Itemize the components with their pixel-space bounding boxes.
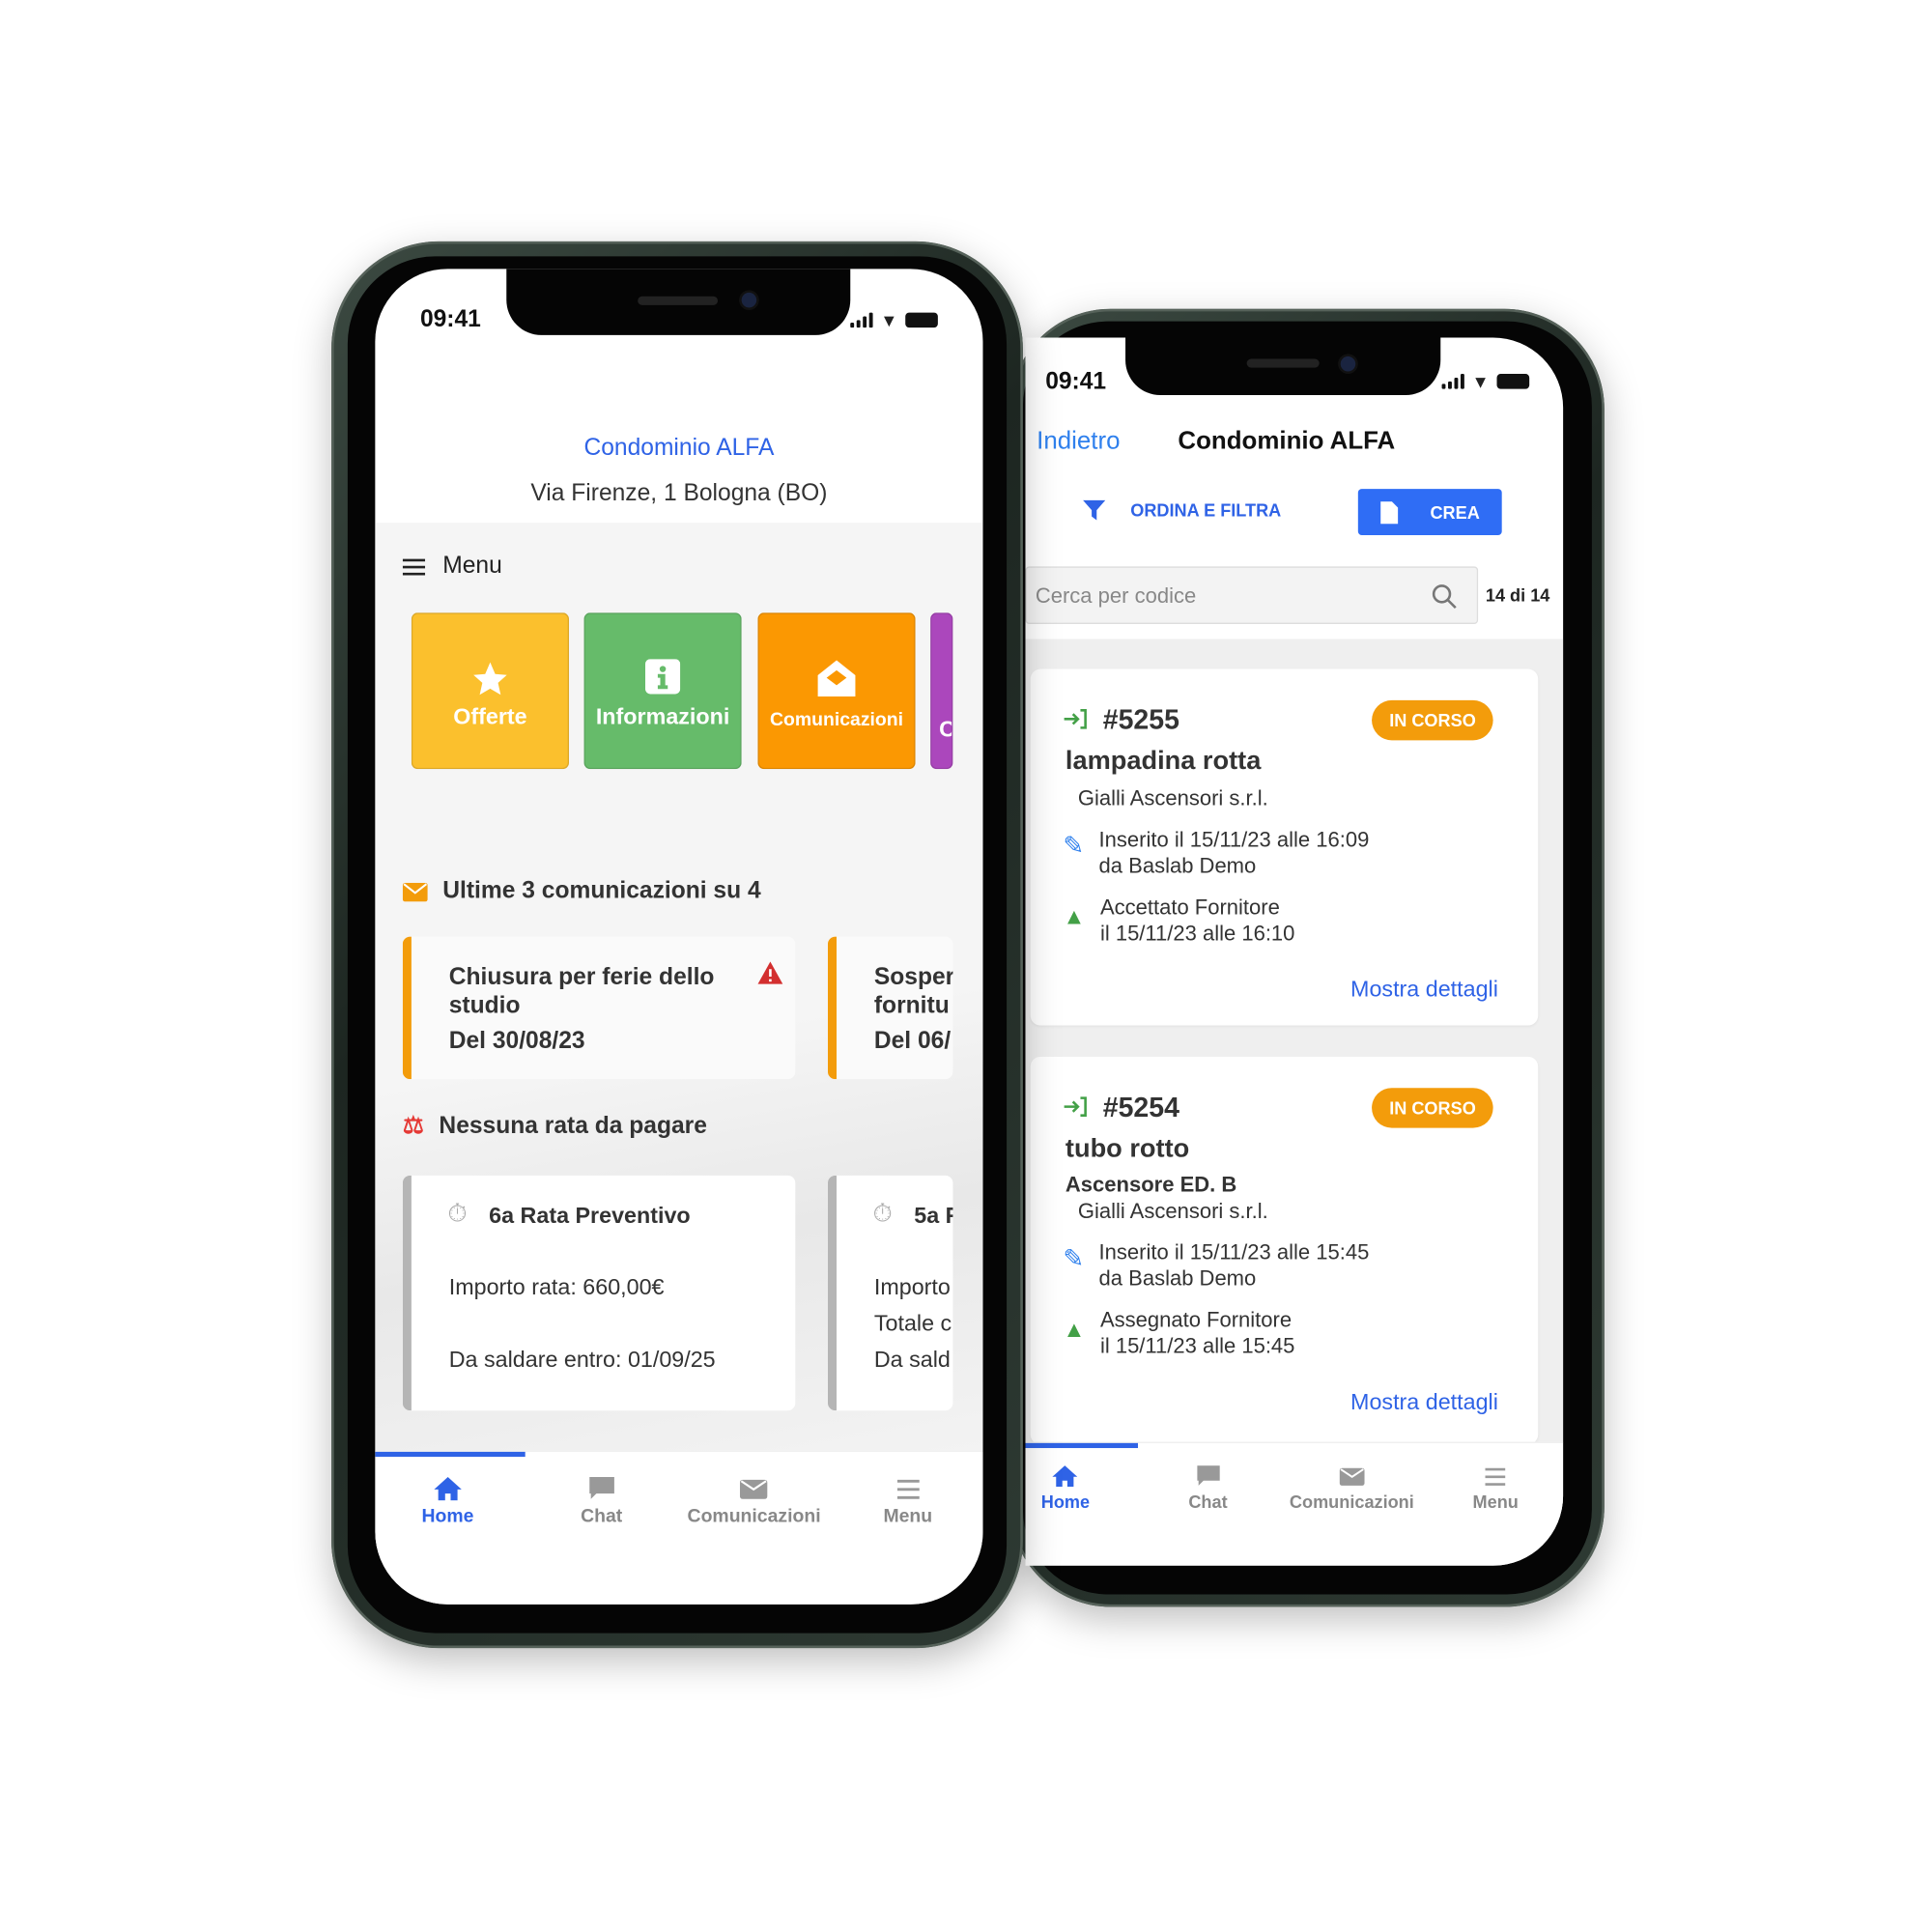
search-icon[interactable] (1432, 584, 1457, 610)
info-icon (644, 659, 681, 695)
payments-section-title: ⚖ Nessuna rata da pagare (402, 1112, 707, 1140)
search-placeholder: Cerca per codice (1035, 583, 1197, 609)
communication-title: Chiusura per ferie dello studio (448, 964, 715, 1020)
stopwatch-icon: ⏱ (872, 1200, 893, 1229)
condominium-address: Via Firenze, 1 Bologna (BO) (530, 480, 828, 507)
filter-button[interactable]: ORDINA E FILTRA (1083, 499, 1282, 521)
home-icon (1052, 1465, 1078, 1488)
communication-title: Sosper fornitu (873, 964, 953, 1020)
ticket-supplier: Gialli Ascensori s.r.l. (1077, 1199, 1268, 1224)
ticket-location: Ascensore ED. B (1065, 1173, 1237, 1197)
right-screen: 09:41 ▼ Indietro Condominio ALFA ORDINA … (1025, 337, 1564, 1566)
communication-date: Del 30/08/23 (448, 1028, 585, 1055)
status-icons: ▼ (1441, 371, 1529, 392)
status-time: 09:41 (1045, 368, 1107, 396)
ticket-card[interactable]: #5254 IN CORSO tubo rotto Ascensore ED. … (1030, 1056, 1539, 1445)
signal-icon (850, 312, 873, 328)
stopwatch-icon: ⏱ (447, 1200, 468, 1229)
status-time: 09:41 (419, 306, 481, 333)
show-details-link[interactable]: Mostra dettagli (1350, 977, 1498, 1003)
page-title: Condominio ALFA (1178, 427, 1396, 456)
communication-card[interactable]: Chiusura per ferie dello studio Del 30/0… (402, 936, 796, 1080)
wifi-icon: ▼ (1471, 371, 1490, 392)
battery-icon (905, 312, 938, 328)
payment-card[interactable]: ⏱ 6a Rata Preventivo Importo rata: 660,0… (402, 1175, 796, 1411)
edit-icon: ✎ (1063, 1245, 1085, 1273)
menu-button[interactable]: Menu (402, 553, 502, 580)
battery-icon (1496, 374, 1529, 389)
search-input[interactable]: Cerca per codice (1025, 566, 1479, 624)
tile-comunicazioni[interactable]: Comunicazioni (757, 612, 916, 770)
ticket-code: #5255 (1102, 703, 1179, 736)
hamburger-icon (896, 1479, 920, 1499)
ticket-title: lampadina rotta (1065, 746, 1262, 776)
status-icons: ▼ (850, 310, 938, 330)
tab-menu[interactable]: Menu (1473, 1465, 1519, 1512)
bottom-tab-bar: Home Chat Comunicazioni Menu (375, 1450, 983, 1605)
tile-informazioni[interactable]: Informazioni (583, 612, 742, 770)
tab-home[interactable]: Home (421, 1476, 473, 1527)
back-button[interactable]: Indietro (1037, 428, 1120, 457)
document-icon (1379, 500, 1398, 524)
tab-comunicazioni[interactable]: Comunicazioni (1290, 1465, 1414, 1512)
bottom-tab-bar: Home Chat Comunicazioni Menu (1025, 1441, 1564, 1566)
signal-icon (1441, 374, 1464, 389)
ticket-title: tubo rotto (1065, 1134, 1190, 1163)
results-count: 14 di 14 (1485, 584, 1550, 606)
ticket-supplier: Gialli Ascensori s.r.l. (1077, 786, 1268, 810)
alert-icon (757, 961, 783, 984)
communication-date: Del 06/ (873, 1028, 952, 1055)
tile-more[interactable]: C (930, 612, 953, 770)
tab-comunicazioni[interactable]: Comunicazioni (688, 1477, 821, 1527)
tile-offerte[interactable]: Offerte (411, 612, 569, 770)
enter-arrow-icon (1064, 708, 1087, 729)
enter-arrow-icon (1064, 1096, 1087, 1117)
left-screen: 09:41 ▼ Condominio ALFA Via Firenze, 1 B… (375, 269, 983, 1605)
scale-icon: ⚖ (402, 1113, 424, 1140)
filter-icon (1083, 499, 1106, 521)
create-button[interactable]: CREA (1357, 489, 1502, 536)
hamburger-icon (1485, 1467, 1506, 1486)
worker-icon: ▲ (1063, 903, 1086, 929)
chat-icon (588, 1476, 614, 1499)
tab-menu[interactable]: Menu (883, 1477, 932, 1527)
status-badge: IN CORSO (1372, 1088, 1493, 1128)
hamburger-icon (402, 557, 426, 575)
envelope-icon (1339, 1467, 1365, 1486)
star-icon (473, 662, 507, 696)
communication-card[interactable]: Sosper fornitu Del 06/ (827, 936, 953, 1080)
wifi-icon: ▼ (880, 310, 898, 330)
ticket-code: #5254 (1102, 1092, 1179, 1123)
chat-icon (1196, 1465, 1220, 1486)
show-details-link[interactable]: Mostra dettagli (1350, 1389, 1498, 1415)
worker-icon: ▲ (1063, 1317, 1086, 1342)
tab-chat[interactable]: Chat (1188, 1465, 1228, 1512)
payment-card[interactable]: ⏱ 5a R Importo Totale c Da sald (827, 1175, 953, 1411)
envelope-open-icon (817, 660, 856, 697)
ticket-list: #5255 IN CORSO lampadina rotta Gialli As… (1030, 668, 1539, 1445)
ticket-card[interactable]: #5255 IN CORSO lampadina rotta Gialli As… (1030, 668, 1539, 1026)
envelope-icon (402, 882, 428, 901)
envelope-icon (740, 1479, 768, 1499)
status-badge: IN CORSO (1372, 699, 1493, 741)
edit-icon: ✎ (1063, 833, 1085, 861)
home-icon (434, 1476, 462, 1501)
communications-section-title: Ultime 3 comunicazioni su 4 (402, 878, 761, 905)
filter-label: ORDINA E FILTRA (1130, 499, 1282, 521)
condominium-name[interactable]: Condominio ALFA (375, 435, 982, 462)
tab-chat[interactable]: Chat (581, 1476, 622, 1527)
tab-home[interactable]: Home (1041, 1465, 1090, 1512)
